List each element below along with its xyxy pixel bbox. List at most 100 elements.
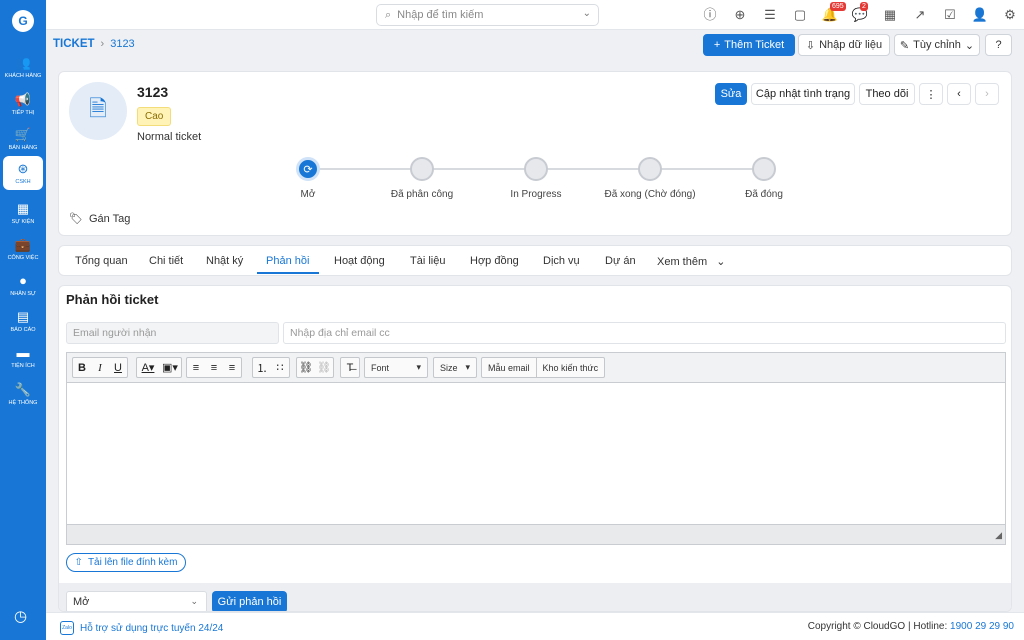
font-select[interactable]: Font ▾ <box>364 357 428 378</box>
clear-format-icon[interactable]: T̶ <box>341 358 359 377</box>
search-input[interactable]: ⌕ Nhập để tìm kiếm ⌄ <box>376 4 599 26</box>
sidebar-item-customers[interactable]: 👥 KHÁCH HÀNG <box>3 50 43 84</box>
wrench-icon: 🔧 <box>14 381 32 397</box>
gear-icon[interactable]: ⚙ <box>1001 6 1019 24</box>
dropdown-arrow-icon: ▾ <box>465 362 470 372</box>
sidebar-item-label: BÁO CÁO <box>10 326 36 333</box>
help-button[interactable]: ? <box>985 34 1012 56</box>
tab-feedback[interactable]: Phản hồi <box>266 255 309 267</box>
clock-icon[interactable]: ◷ <box>14 607 27 625</box>
info-icon[interactable]: ⓘ <box>701 6 719 24</box>
align-right-icon[interactable]: ≡ <box>223 358 241 377</box>
sidebar-item-cart[interactable]: 🛒 BÁN HÀNG <box>3 122 43 156</box>
link-group: ⛓ ⛓ <box>296 357 334 378</box>
checkbox-icon[interactable]: ☑ <box>941 6 959 24</box>
editor-toolbar: B I U A▾ ▣▾ ≡ ≡ ≡ ⒈ ∷ ⛓ ⛓ T̶ Font ▾ Size… <box>67 353 1005 383</box>
copyright-text: Copyright © CloudGO <box>807 621 906 632</box>
section-title: Phản hồi ticket <box>66 292 159 307</box>
italic-icon[interactable]: I <box>91 358 109 377</box>
tab-overview[interactable]: Tổng quan <box>75 255 128 267</box>
text-color-icon[interactable]: A▾ <box>137 358 159 377</box>
bold-icon[interactable]: B <box>73 358 91 377</box>
previous-icon[interactable]: ‹ <box>947 83 971 105</box>
editor-content[interactable] <box>67 383 1005 524</box>
dropdown-arrow-icon: ▾ <box>416 362 421 372</box>
tab-documents[interactable]: Tài liệu <box>410 255 445 267</box>
email-template-button[interactable]: Mẫu email <box>482 358 537 377</box>
send-reply-button[interactable]: Gửi phản hồi <box>212 591 287 611</box>
chat-icon[interactable]: 💬 2 <box>851 2 869 24</box>
user-icon[interactable]: 👤 <box>971 6 989 24</box>
feedback-card: Phản hồi ticket Email người nhận Nhập đị… <box>58 285 1012 612</box>
bullet-list-icon[interactable]: ∷ <box>271 358 289 377</box>
breadcrumb-root[interactable]: TICKET <box>53 38 95 50</box>
step-done-dot[interactable] <box>638 157 662 181</box>
tab-services[interactable]: Dịch vụ <box>543 255 580 267</box>
knowledge-base-button[interactable]: Kho kiến thức <box>537 358 605 377</box>
sidebar-item-briefcase[interactable]: 💼 CÔNG VIỆC <box>3 232 43 266</box>
search-icon: ⌕ <box>385 8 392 21</box>
tab-projects[interactable]: Dự án <box>605 255 636 267</box>
align-center-icon[interactable]: ≡ <box>205 358 223 377</box>
follow-button[interactable]: Theo dõi <box>859 83 915 105</box>
step-assigned-dot[interactable] <box>410 157 434 181</box>
assign-tag[interactable]: 🏷 Gán Tag <box>69 212 131 226</box>
step-label: Đã đóng <box>745 189 783 200</box>
add-circle-icon[interactable]: ⊕ <box>731 6 749 24</box>
sidebar-item-megaphone[interactable]: 📢 TIẾP THỊ <box>3 87 43 121</box>
ticket-type: Normal ticket <box>137 131 202 143</box>
link-icon[interactable]: ⛓ <box>297 358 315 377</box>
import-label: Nhập dữ liệu <box>819 39 883 51</box>
align-left-icon[interactable]: ≡ <box>187 358 205 377</box>
sidebar-item-utilities[interactable]: ▬ TIỆN ÍCH <box>3 340 43 374</box>
underline-icon[interactable]: U <box>109 358 127 377</box>
size-select[interactable]: Size ▾ <box>433 357 477 378</box>
recipient-email-input[interactable]: Email người nhận <box>66 322 279 344</box>
add-ticket-button[interactable]: + Thêm Ticket <box>703 34 795 56</box>
update-status-button[interactable]: Cập nhật tình trạng <box>751 83 855 105</box>
tab-more[interactable]: Xem thêm ⌄ <box>657 255 725 268</box>
next-icon[interactable]: › <box>975 83 999 105</box>
sidebar-item-person[interactable]: ● NHÂN SỰ <box>3 268 43 302</box>
chevron-down-icon[interactable]: ⌄ <box>583 8 591 19</box>
sidebar-item-support[interactable]: ⊛ CSKH <box>3 156 43 190</box>
resize-handle-icon[interactable]: ◢ <box>995 530 1002 541</box>
tab-details[interactable]: Chi tiết <box>149 255 183 267</box>
sidebar-item-calendar[interactable]: ▦ SỰ KIỆN <box>3 196 43 230</box>
unlink-icon[interactable]: ⛓ <box>315 358 333 377</box>
bell-icon[interactable]: 🔔 695 <box>821 2 846 24</box>
calendar-icon: ▦ <box>16 200 30 216</box>
step-open-dot[interactable]: ⟳ <box>296 157 320 181</box>
customize-button[interactable]: ✎ Tùy chỉnh ⌄ <box>894 34 980 56</box>
cc-email-input[interactable]: Nhập địa chỉ email cc <box>283 322 1006 344</box>
step-in-progress-dot[interactable] <box>524 157 548 181</box>
chevron-down-icon: ⌄ <box>190 596 198 606</box>
chart-icon[interactable]: ↗ <box>911 6 929 24</box>
rich-text-editor: B I U A▾ ▣▾ ≡ ≡ ≡ ⒈ ∷ ⛓ ⛓ T̶ Font ▾ Size… <box>66 352 1006 545</box>
calendar-icon[interactable]: ▦ <box>881 6 899 24</box>
step-closed-dot[interactable] <box>752 157 776 181</box>
hotline-number[interactable]: 1900 29 29 90 <box>950 621 1014 632</box>
tab-activity[interactable]: Hoạt động <box>334 255 385 267</box>
app-logo[interactable]: G <box>12 10 34 32</box>
assign-tag-label: Gán Tag <box>88 212 131 225</box>
ticket-file-icon: 🗎 <box>89 96 107 121</box>
list-group: ⒈ ∷ <box>252 357 290 378</box>
sidebar-item-report[interactable]: ▤ BÁO CÁO <box>3 304 43 338</box>
status-select[interactable]: Mở ⌄ <box>66 591 207 611</box>
ordered-list-icon[interactable]: ⒈ <box>253 358 271 377</box>
tab-log[interactable]: Nhật ký <box>206 255 243 267</box>
online-support[interactable]: Zalo Hỗ trợ sử dụng trực tuyến 24/24 <box>60 621 223 635</box>
edit-button[interactable]: Sửa <box>715 83 747 105</box>
background-color-icon[interactable]: ▣▾ <box>159 358 181 377</box>
color-group: A▾ ▣▾ <box>136 357 182 378</box>
import-button[interactable]: ⇩ Nhập dữ liệu <box>798 34 890 56</box>
add-ticket-label: Thêm Ticket <box>724 39 785 51</box>
list-icon[interactable]: ☰ <box>761 6 779 24</box>
tab-contracts[interactable]: Hợp đồng <box>470 255 519 267</box>
more-options-icon[interactable]: ⋮ <box>919 83 943 105</box>
font-label: Font <box>371 362 390 373</box>
sidebar-item-wrench[interactable]: 🔧 HỆ THỐNG <box>3 377 43 411</box>
upload-attachment-button[interactable]: ⇧ Tải lên file đính kèm <box>66 553 186 572</box>
task-icon[interactable]: ▢ <box>791 6 809 24</box>
